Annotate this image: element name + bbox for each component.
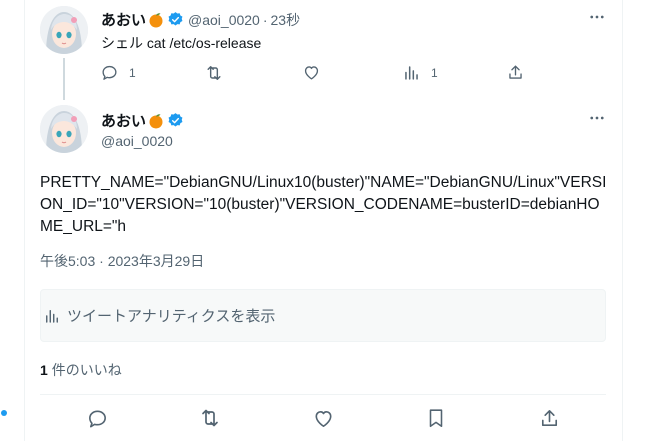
tweet-timestamp[interactable]: 午後5:03 · 2023年3月29日 xyxy=(40,251,204,271)
like-button[interactable] xyxy=(310,405,336,431)
main-tweet-text: PRETTY_NAME="DebianGNU/Linux10(buster)"N… xyxy=(40,174,607,235)
reply-count: 1 xyxy=(129,65,136,80)
like-button[interactable] xyxy=(302,63,331,82)
display-name[interactable]: あおい xyxy=(101,9,146,30)
retweet-icon xyxy=(204,63,224,83)
tweet-time[interactable]: 23秒 xyxy=(271,10,301,30)
retweet-button[interactable] xyxy=(204,63,234,83)
separator-dot: · xyxy=(262,11,268,28)
likes-count: 1 xyxy=(40,362,48,378)
bookmark-button[interactable] xyxy=(423,405,449,431)
more-options-icon[interactable] xyxy=(587,7,607,27)
thread-connector-line xyxy=(63,58,65,100)
view-analytics-button[interactable]: ツイートアナリティクスを表示 xyxy=(40,289,606,342)
divider xyxy=(40,394,606,395)
verified-badge-icon[interactable] xyxy=(167,112,184,129)
reply-icon xyxy=(86,407,109,430)
heart-icon xyxy=(302,63,321,82)
right-column-border xyxy=(622,0,623,441)
verified-badge-icon[interactable] xyxy=(167,11,184,28)
more-options-icon[interactable] xyxy=(587,108,607,128)
anime-avatar-image xyxy=(40,105,88,153)
user-handle[interactable]: @aoi_0020 xyxy=(101,133,173,149)
reply-button[interactable] xyxy=(84,405,110,431)
likes-summary[interactable]: 1 件のいいね xyxy=(40,360,122,380)
views-button[interactable]: 1 xyxy=(402,63,438,82)
reply-tweet-actions: 1 1 xyxy=(100,63,530,83)
anime-avatar-image xyxy=(40,6,88,54)
retweet-button[interactable] xyxy=(197,405,223,431)
tangerine-emoji-icon xyxy=(148,113,164,129)
notification-dot xyxy=(1,410,7,416)
bookmark-icon xyxy=(425,407,447,429)
heart-icon xyxy=(312,407,335,430)
display-name[interactable]: あおい xyxy=(101,110,146,131)
analytics-bar-icon xyxy=(43,307,61,325)
bar-chart-icon xyxy=(402,63,421,82)
avatar[interactable] xyxy=(40,6,88,54)
views-count: 1 xyxy=(431,65,438,80)
reply-button[interactable]: 1 xyxy=(100,63,136,82)
share-button[interactable] xyxy=(536,405,562,431)
tangerine-emoji-icon xyxy=(148,12,164,28)
share-icon xyxy=(538,407,561,430)
main-tweet-actions xyxy=(40,405,606,431)
user-handle[interactable]: @aoi_0020 xyxy=(188,12,260,28)
main-tweet-header: あおい xyxy=(101,110,184,131)
analytics-label: ツイートアナリティクスを表示 xyxy=(67,308,276,325)
likes-label: 件のいいね xyxy=(51,362,122,378)
reply-tweet-text: シェル cat /etc/os-release xyxy=(101,35,262,51)
share-icon xyxy=(506,63,525,82)
reply-icon xyxy=(100,63,119,82)
share-button[interactable] xyxy=(506,63,525,82)
reply-tweet-header: あおい @aoi_0020 · 23秒 xyxy=(101,9,300,30)
retweet-icon xyxy=(198,406,222,430)
main-avatar[interactable] xyxy=(40,105,88,153)
left-column-border xyxy=(24,0,25,441)
